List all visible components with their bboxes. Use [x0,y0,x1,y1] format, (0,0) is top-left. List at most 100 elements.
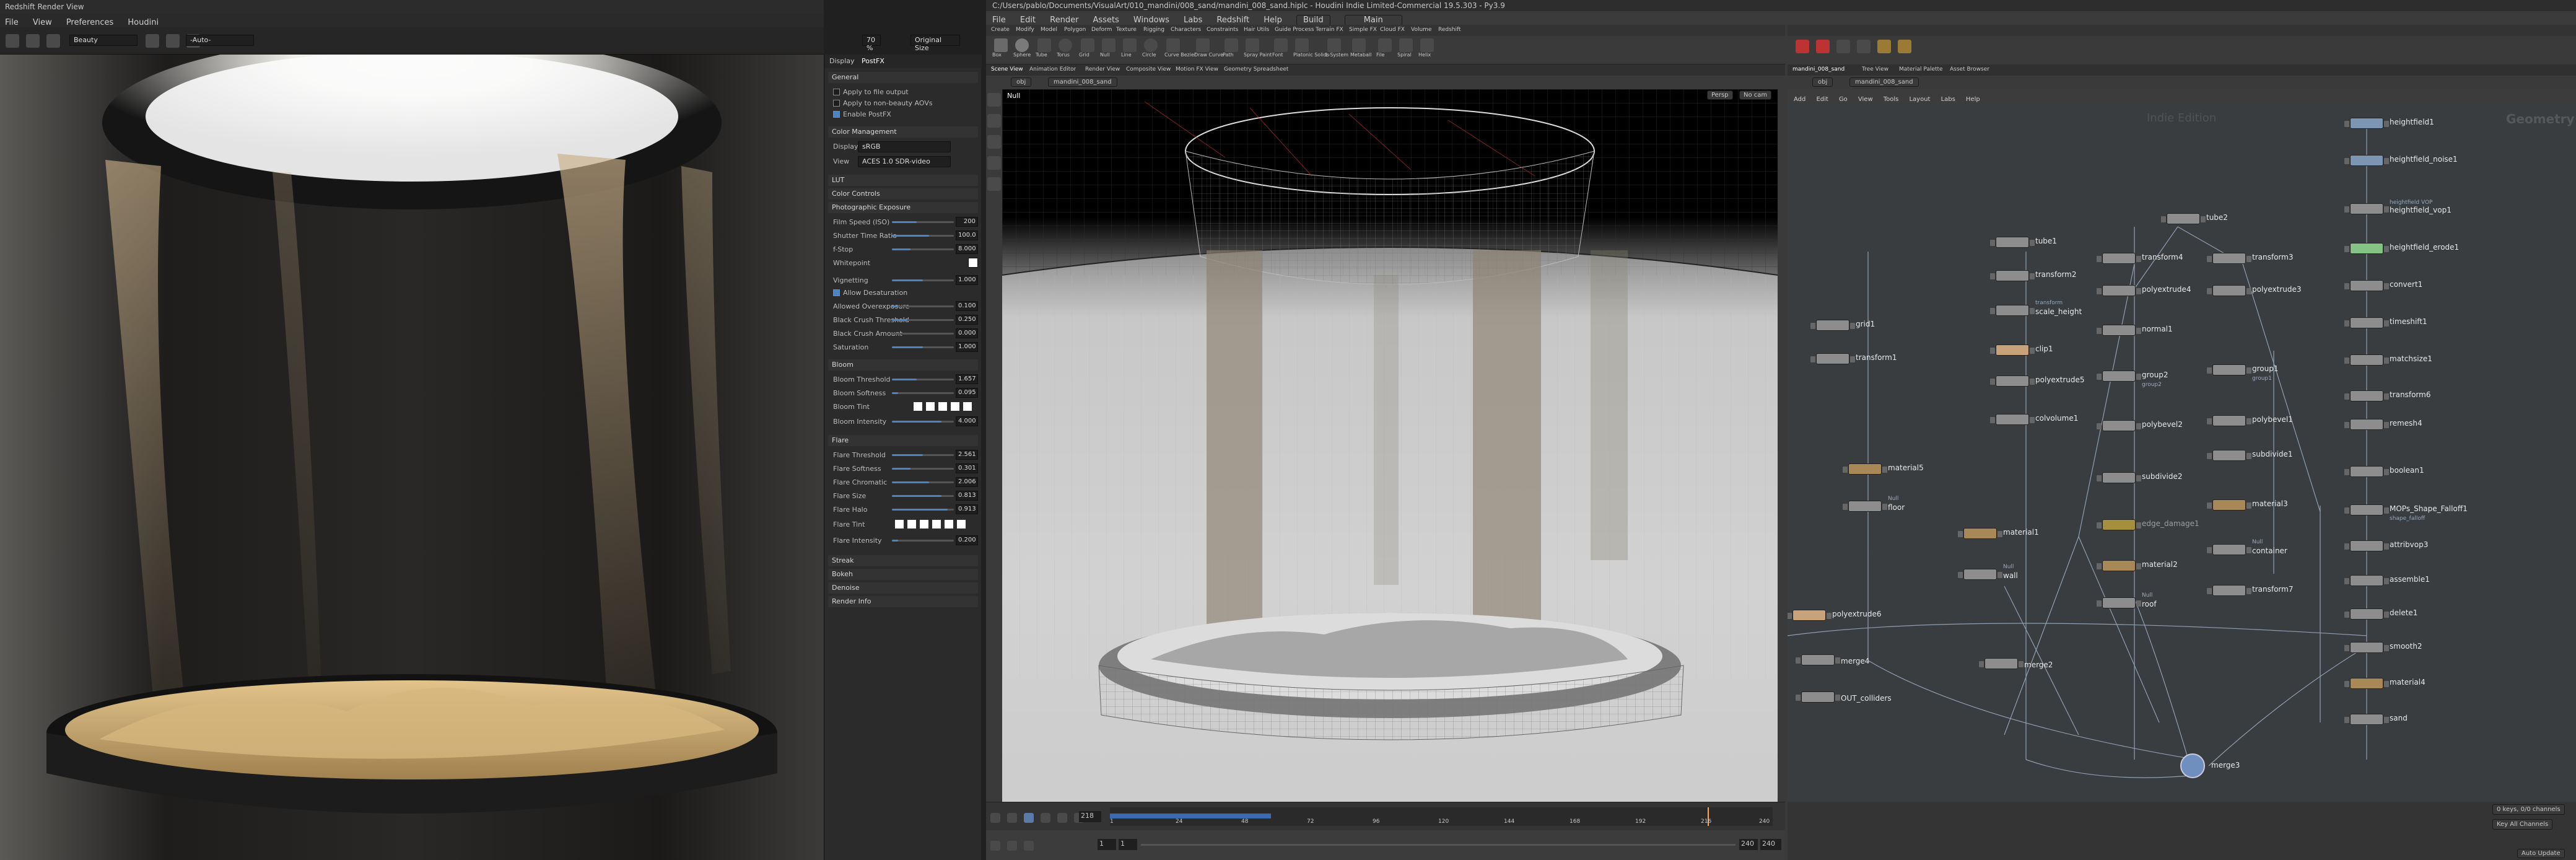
flare-intensity-field[interactable]: 0.200 [956,535,978,545]
shelf-tab-create[interactable]: Create [991,27,1010,33]
start-render-icon[interactable] [6,34,19,48]
tab-render-view[interactable]: Render View [1085,66,1120,72]
node-polyextrude3[interactable] [2207,285,2251,296]
loop-icon[interactable] [1007,840,1018,851]
vignetting-slider[interactable] [892,279,954,281]
stop-render-icon[interactable] [26,34,40,48]
shelf-tab-rigging[interactable]: Rigging [1143,27,1164,33]
flare-softness-slider[interactable] [892,468,954,470]
stereo-camera-icon[interactable] [1898,40,1912,53]
current-frame-field[interactable]: 218 [1079,811,1101,822]
menu-redshift[interactable]: Redshift [1216,15,1249,25]
bloom-tint-swatch-4[interactable] [951,402,959,411]
menu-assets[interactable]: Assets [1093,15,1119,25]
menu-edit[interactable]: Edit [1020,15,1036,25]
node-polyextrude4[interactable] [2097,285,2141,296]
node-material1[interactable] [1958,528,2002,539]
bloom-softness-field[interactable]: 0.095 [956,388,978,398]
node-heightfield-noise1[interactable] [2344,155,2389,166]
node-wall[interactable] [1958,569,2002,580]
vignetting-field[interactable]: 1.000 [956,275,978,285]
flare-tint-swatch-5[interactable] [945,520,953,529]
node-grid1[interactable] [1810,320,1855,331]
menu-help[interactable]: Help [1264,15,1282,25]
shelf-tool-tube[interactable]: Tube [1036,38,1053,58]
net-path-node[interactable]: mandini_008_sand [1849,77,1919,87]
node-group2[interactable] [2097,371,2141,382]
black-crush-amount-slider[interactable] [892,333,954,335]
shelf-tab-constraints[interactable]: Constraints [1207,27,1238,33]
flare-tint-swatch-2[interactable] [907,520,916,529]
camera-dropdown[interactable]: -Auto- [186,35,254,46]
path-obj[interactable]: obj [1011,77,1032,87]
path-node[interactable]: mandini_008_sand [1048,77,1117,87]
node-transform6[interactable] [2344,390,2389,401]
lut-section-header[interactable]: LUT [828,175,978,186]
bloom-intensity-field[interactable]: 4.000 [956,416,978,426]
audio-icon[interactable] [1024,840,1034,851]
tab-scene-view[interactable]: Scene View [991,66,1023,72]
allow-desat-checkbox[interactable] [833,289,840,296]
flare-tint-swatch-3[interactable] [920,520,928,529]
node-material2[interactable] [2097,560,2141,571]
node-edge-damage1[interactable] [2097,519,2141,530]
shelf-tool-circle[interactable]: Circle [1142,38,1159,58]
shelf-tab-hair-utils[interactable]: Hair Utils [1244,27,1269,33]
menu-houdini[interactable]: Houdini [128,18,159,27]
net-menu-labs[interactable]: Labs [1941,96,1955,103]
shelf-tool-font[interactable]: Font [1272,38,1290,58]
net-menu-tools[interactable]: Tools [1884,96,1899,103]
net-menu-edit[interactable]: Edit [1816,96,1828,103]
node-heightfield-erode1[interactable] [2344,243,2389,254]
tab-composite-view[interactable]: Composite View [1126,66,1171,72]
bloom-tint-swatch-3[interactable] [938,402,947,411]
node-polybevel2[interactable] [2097,420,2141,431]
node-polyextrude6[interactable] [1788,610,1832,621]
saturation-field[interactable]: 1.000 [956,342,978,352]
node-transform3[interactable] [2207,253,2251,264]
menu-windows[interactable]: Windows [1133,15,1169,25]
bloom-tint-swatch-2[interactable] [926,402,935,411]
shelf-tool-spiral[interactable]: Spiral [1397,38,1415,58]
flare-size-field[interactable]: 0.813 [956,491,978,501]
node-heightfield1[interactable] [2344,118,2389,129]
flare-tint-swatch-4[interactable] [932,520,941,529]
node-delete1[interactable] [2344,608,2389,620]
end-frame-field-2[interactable]: 240 [1760,839,1781,850]
bloom-tint-swatch-1[interactable] [914,402,922,411]
flare-softness-field[interactable]: 0.301 [956,463,978,473]
allowed-overexposure-slider[interactable] [892,305,954,307]
node-tube2[interactable] [2161,213,2206,224]
aov-dropdown[interactable]: Beauty [69,35,138,46]
node-smooth2[interactable] [2344,642,2389,653]
film-speed-field[interactable]: 200 [956,217,978,227]
tab-material-palette[interactable]: Material Palette [1899,66,1943,72]
node-convert1[interactable] [2344,280,2389,291]
saturation-slider[interactable] [892,346,954,348]
tab-motion-fx-view[interactable]: Motion FX View [1176,66,1218,72]
node-remesh4[interactable] [2344,419,2389,430]
dome-light-icon[interactable] [1836,40,1851,53]
scene-viewport[interactable]: Null Persp No cam [1002,89,1778,802]
build-desktop-button[interactable]: Build [1296,15,1330,25]
apply-to-file-output-checkbox[interactable] [833,89,840,95]
shelf-tool-torus[interactable]: Torus [1057,38,1074,58]
menu-preferences[interactable]: Preferences [66,18,113,27]
shelf-tool-spray-paint[interactable]: Spray Paint [1244,38,1272,58]
node-boolean1[interactable] [2344,466,2389,477]
channel-rgb-icon[interactable] [146,34,159,48]
node-transform2[interactable] [1990,270,2035,281]
flare-size-slider[interactable] [892,495,954,497]
black-crush-threshold-field[interactable]: 0.250 [956,315,978,325]
start-frame-field-2[interactable]: 1 [1119,839,1137,850]
node-normal1[interactable] [2097,325,2141,336]
render-image[interactable] [0,55,824,860]
flare-chromatic-field[interactable]: 2.006 [956,477,978,487]
flare-tint-swatch-6[interactable] [957,520,966,529]
node-merge4[interactable] [1796,654,1840,665]
shelf-tab-volume[interactable]: Volume [1411,27,1431,33]
tab-geometry-spreadsheet[interactable]: Geometry Spreadsheet [1224,66,1288,72]
tab-display[interactable]: Display [829,57,855,65]
light-icon[interactable] [1796,40,1809,53]
node-container[interactable] [2207,544,2251,555]
